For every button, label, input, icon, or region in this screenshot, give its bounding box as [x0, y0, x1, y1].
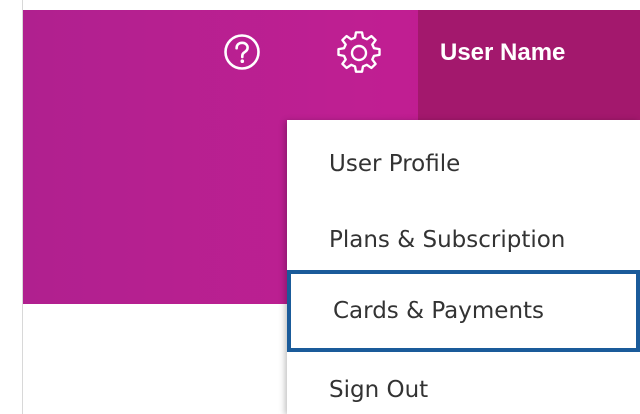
- left-border: [0, 0, 23, 414]
- menu-item-sign-out[interactable]: Sign Out: [287, 354, 640, 414]
- question-circle-icon: [224, 34, 260, 70]
- app-window: User Name User Profile Plans & Subscript…: [0, 0, 640, 414]
- gear-icon: [337, 31, 381, 73]
- menu-item-plans-subscription[interactable]: Plans & Subscription: [287, 204, 640, 276]
- user-dropdown-menu: User Profile Plans & Subscription Cards …: [287, 120, 640, 414]
- settings-button[interactable]: [337, 31, 381, 75]
- menu-item-cards-payments[interactable]: Cards & Payments: [287, 270, 640, 352]
- menu-item-user-profile[interactable]: User Profile: [287, 128, 640, 200]
- user-name-button[interactable]: User Name: [440, 38, 565, 68]
- help-button[interactable]: [223, 33, 261, 71]
